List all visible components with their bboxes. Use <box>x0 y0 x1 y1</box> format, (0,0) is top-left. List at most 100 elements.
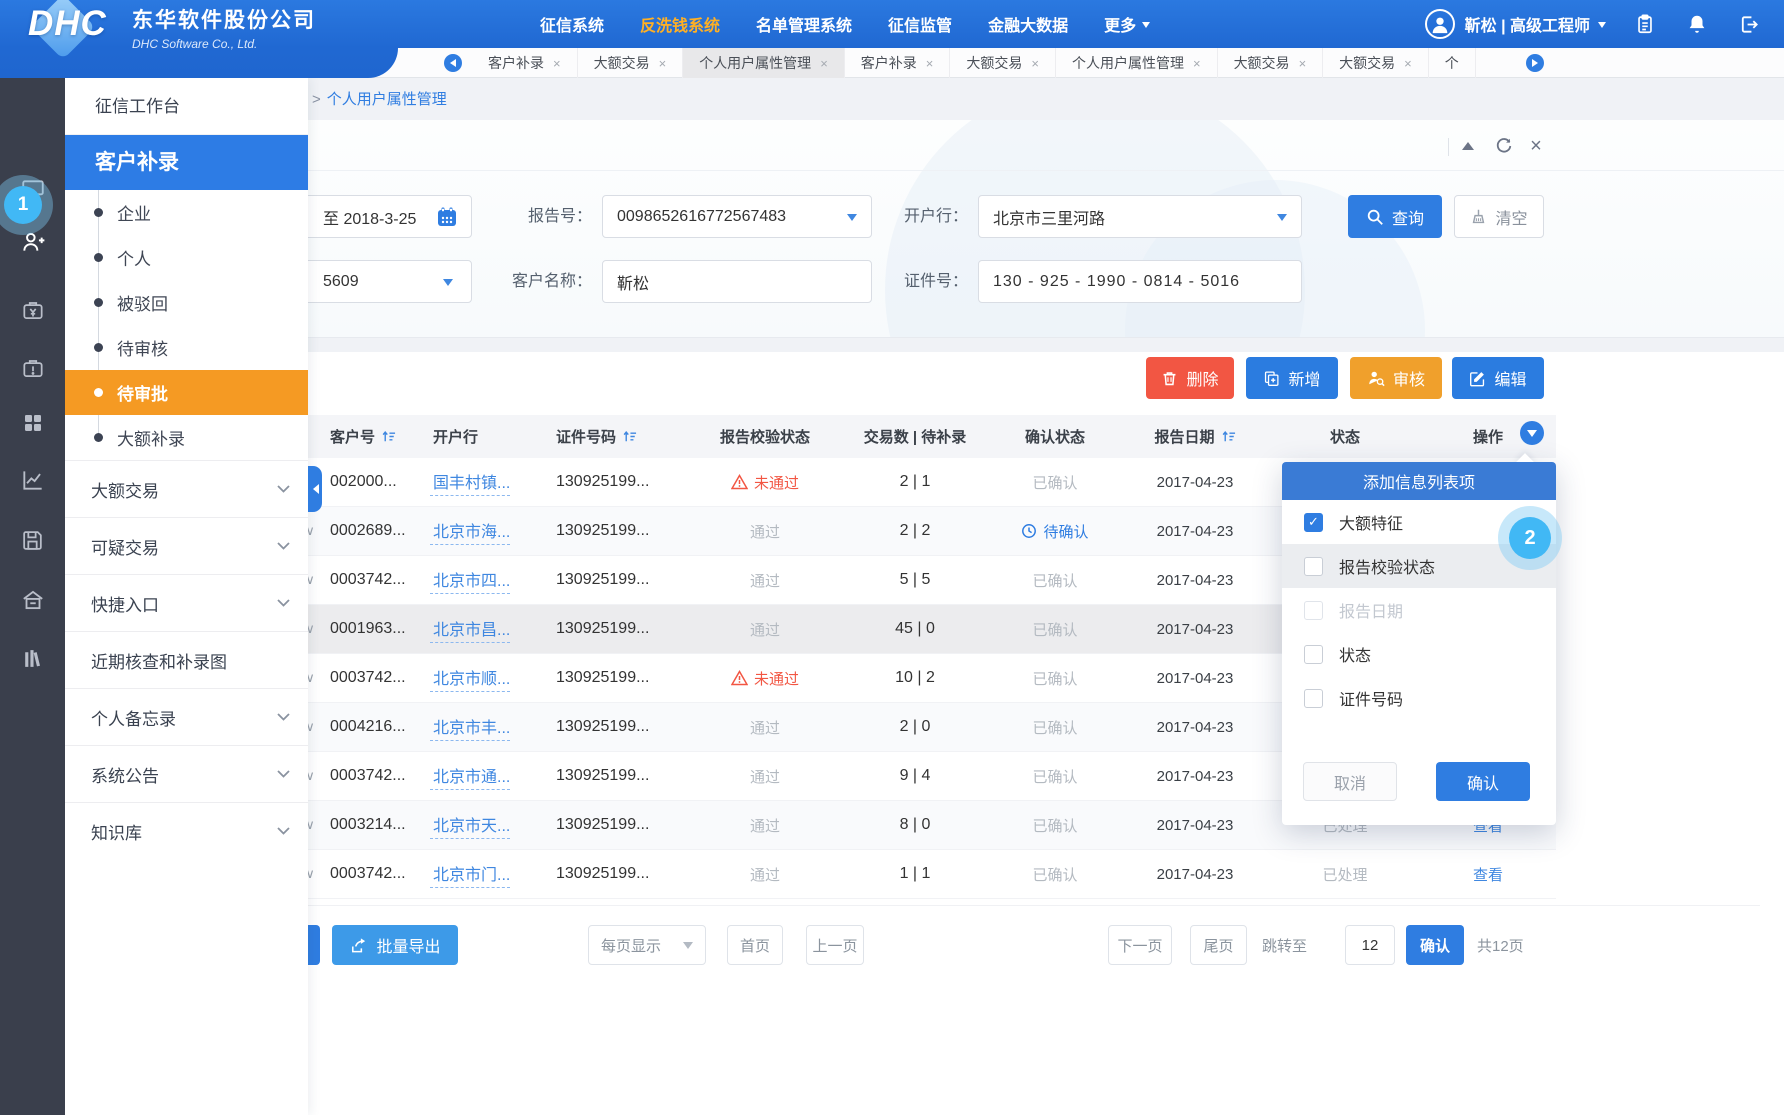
checkbox[interactable]: ✓ <box>1304 513 1323 532</box>
review-button[interactable]: 审核 <box>1350 357 1442 399</box>
column-header[interactable]: 操作 <box>1473 426 1503 447</box>
tab[interactable]: 大额交易 × <box>1218 48 1324 78</box>
sidebar-subitem[interactable]: 大额补录 <box>65 415 308 460</box>
sidebar-section[interactable]: 近期核查和补录图 <box>65 631 308 688</box>
column-header[interactable]: 证件号码 <box>550 426 637 447</box>
cell-bank-link[interactable]: 北京市四... <box>430 567 510 594</box>
column-header[interactable]: 确认状态 <box>1025 426 1085 447</box>
sidebar-group-customer-supplement[interactable]: 客户补录 <box>65 135 308 190</box>
menu-checkbox-item[interactable]: 报告日期 <box>1282 588 1556 632</box>
top-nav-item[interactable]: 更多 <box>1104 12 1150 36</box>
tab-close-icon[interactable]: × <box>926 56 934 71</box>
sidebar-section[interactable]: 可疑交易 <box>65 517 308 574</box>
clear-button[interactable]: 清空 <box>1454 195 1544 238</box>
cell-bank-link[interactable]: 北京市天... <box>430 812 510 839</box>
avatar[interactable] <box>1425 9 1455 39</box>
cell-bank-link[interactable]: 北京市海... <box>430 518 510 545</box>
clipboard-button[interactable] <box>1632 11 1658 37</box>
logout-button[interactable] <box>1736 11 1762 37</box>
add-button[interactable]: 新增 <box>1246 357 1338 399</box>
jump-confirm-button[interactable]: 确认 <box>1406 925 1464 965</box>
tab[interactable]: 客户补录 × <box>845 48 951 78</box>
rail-money-case-icon[interactable] <box>0 288 65 332</box>
top-nav-item[interactable]: 征信监管 <box>888 12 952 36</box>
sort-icon[interactable] <box>1221 429 1236 444</box>
batch-export-button[interactable]: 批量导出 <box>332 925 458 965</box>
tab-scroll-left-button[interactable] <box>444 54 462 72</box>
menu-cancel-button[interactable]: 取消 <box>1303 762 1397 801</box>
rail-chart-icon[interactable] <box>0 458 65 502</box>
customer-name-input[interactable] <box>602 260 872 303</box>
tab[interactable]: 个 <box>1429 48 1476 78</box>
checkbox[interactable] <box>1304 689 1323 708</box>
refresh-button[interactable] <box>1492 134 1516 158</box>
rail-books-icon[interactable] <box>0 636 65 680</box>
edit-button[interactable]: 编辑 <box>1452 357 1544 399</box>
tab-scroll-right-button[interactable] <box>1526 54 1544 72</box>
top-nav-item[interactable]: 金融大数据 <box>988 12 1068 36</box>
cell-bank-link[interactable]: 北京市昌... <box>430 616 510 643</box>
checkbox[interactable] <box>1304 557 1323 576</box>
rail-grid-icon[interactable] <box>0 401 65 445</box>
table-row[interactable]: ∨ 0003742... 北京市门... 130925199... 通过 1 |… <box>300 850 1556 899</box>
query-button[interactable]: 查询 <box>1348 195 1442 238</box>
close-panel-button[interactable]: × <box>1524 134 1548 158</box>
column-header[interactable]: 报告日期 <box>1154 426 1235 447</box>
cert-no-input[interactable] <box>978 260 1302 303</box>
rail-person-add-icon[interactable] <box>0 220 65 264</box>
prev-page-button[interactable]: 上一页 <box>806 925 864 965</box>
report-no-select[interactable]: 0098652616772567483 <box>602 195 872 238</box>
rail-alert-case-icon[interactable] <box>0 346 65 390</box>
cell-bank-link[interactable]: 北京市门... <box>430 861 510 888</box>
tab[interactable]: 大额交易 × <box>578 48 684 78</box>
menu-checkbox-item[interactable]: 证件号码 <box>1282 676 1556 720</box>
column-header[interactable]: 客户号 <box>320 426 396 447</box>
sort-icon[interactable] <box>622 429 637 444</box>
notifications-button[interactable] <box>1684 11 1710 37</box>
sidebar-collapse-handle[interactable] <box>308 466 322 512</box>
user-menu[interactable]: 靳松 | 高级工程师 <box>1465 12 1606 36</box>
last-page-button[interactable]: 尾页 <box>1190 925 1247 965</box>
jump-page-input[interactable] <box>1345 925 1395 965</box>
tab-close-icon[interactable]: × <box>820 56 828 71</box>
column-header[interactable]: 交易数 | 待补录 <box>864 426 967 447</box>
tab[interactable]: 个人用户属性管理 × <box>1056 48 1218 78</box>
bank-select[interactable]: 北京市三里河路 <box>978 195 1302 238</box>
tab-close-icon[interactable]: × <box>659 56 667 71</box>
cell-view-link[interactable]: 查看 <box>1473 864 1503 885</box>
sort-icon[interactable] <box>381 429 396 444</box>
rail-save-icon[interactable] <box>0 518 65 562</box>
column-header[interactable]: 开户行 <box>430 426 478 447</box>
menu-confirm-button[interactable]: 确认 <box>1436 762 1530 801</box>
rail-archive-icon[interactable] <box>0 578 65 622</box>
cell-bank-link[interactable]: 北京市通... <box>430 763 510 790</box>
cell-bank-link[interactable]: 北京市丰... <box>430 714 510 741</box>
tab[interactable]: 大额交易 × <box>950 48 1056 78</box>
menu-checkbox-item[interactable]: 状态 <box>1282 632 1556 676</box>
column-settings-button[interactable] <box>1520 421 1544 445</box>
tab[interactable]: 客户补录 × <box>472 48 578 78</box>
page-size-select[interactable]: 每页显示 <box>588 925 706 965</box>
calendar-icon[interactable] <box>435 205 459 229</box>
tab[interactable]: 个人用户属性管理 × <box>683 48 845 78</box>
sidebar-item-workbench[interactable]: 征信工作台 <box>65 78 308 135</box>
tab-close-icon[interactable]: × <box>1404 56 1412 71</box>
sidebar-subitem[interactable]: 待审核 <box>65 325 308 370</box>
top-nav-item[interactable]: 征信系统 <box>540 12 604 36</box>
delete-button[interactable]: 删除 <box>1146 357 1234 399</box>
cell-bank-link[interactable]: 北京市顺... <box>430 665 510 692</box>
sidebar-subitem[interactable]: 被驳回 <box>65 280 308 325</box>
sidebar-section[interactable]: 系统公告 <box>65 745 308 802</box>
sidebar-section[interactable]: 知识库 <box>65 802 308 859</box>
sidebar-subitem[interactable]: 个人 <box>65 235 308 280</box>
sidebar-section[interactable]: 个人备忘录 <box>65 688 308 745</box>
sidebar-section[interactable]: 快捷入口 <box>65 574 308 631</box>
tab-close-icon[interactable]: × <box>1299 56 1307 71</box>
tab[interactable]: 大额交易 × <box>1323 48 1429 78</box>
sidebar-subitem[interactable]: 企业 <box>65 190 308 235</box>
sidebar-subitem[interactable]: 待审批 <box>65 370 308 415</box>
tab-close-icon[interactable]: × <box>1193 56 1201 71</box>
top-nav-item[interactable]: 名单管理系统 <box>756 12 852 36</box>
next-page-button[interactable]: 下一页 <box>1108 925 1172 965</box>
tab-close-icon[interactable]: × <box>553 56 561 71</box>
